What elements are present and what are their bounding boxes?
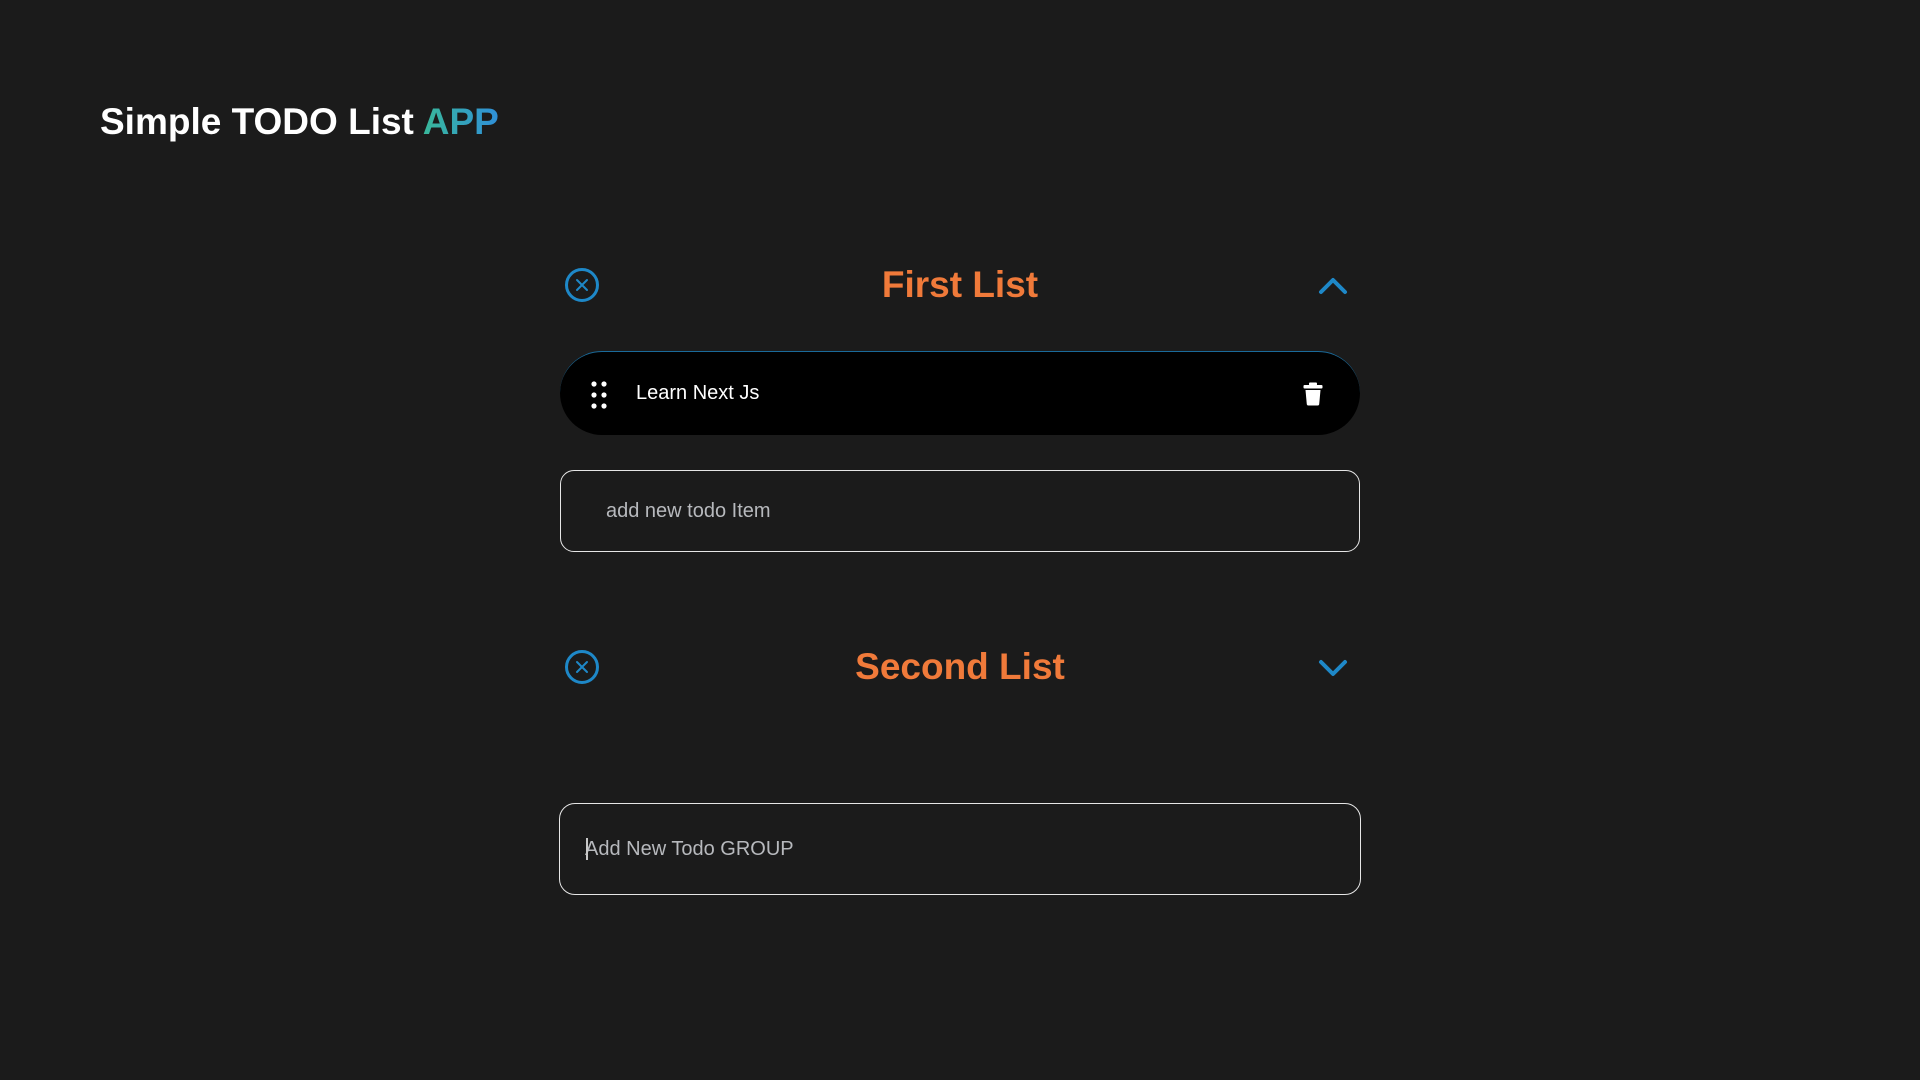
- trash-icon: [1303, 382, 1323, 406]
- group-title: First List: [881, 264, 1039, 305]
- collapse-group-button[interactable]: [1318, 272, 1348, 298]
- new-todo-item-input[interactable]: [560, 470, 1360, 552]
- drag-handle[interactable]: [590, 380, 608, 410]
- todo-item-text: Learn Next Js: [636, 382, 760, 404]
- new-todo-group-input[interactable]: [559, 803, 1361, 895]
- chevron-down-icon: [1319, 660, 1347, 676]
- app-title-main: Simple TODO List: [100, 101, 423, 142]
- app-title: Simple TODO List APP: [100, 99, 499, 145]
- todo-item[interactable]: Learn Next Js: [560, 351, 1360, 435]
- app-title-accent: APP: [422, 101, 499, 142]
- delete-item-button[interactable]: [1302, 382, 1324, 406]
- group-header-second-list: Second List: [560, 642, 1360, 692]
- group-header-first-list: First List: [560, 260, 1360, 310]
- group-title: Second List: [855, 646, 1065, 687]
- drag-dots-icon: [591, 381, 607, 409]
- chevron-up-icon: [1319, 278, 1347, 294]
- expand-group-button[interactable]: [1318, 654, 1348, 680]
- text-caret: [586, 838, 588, 860]
